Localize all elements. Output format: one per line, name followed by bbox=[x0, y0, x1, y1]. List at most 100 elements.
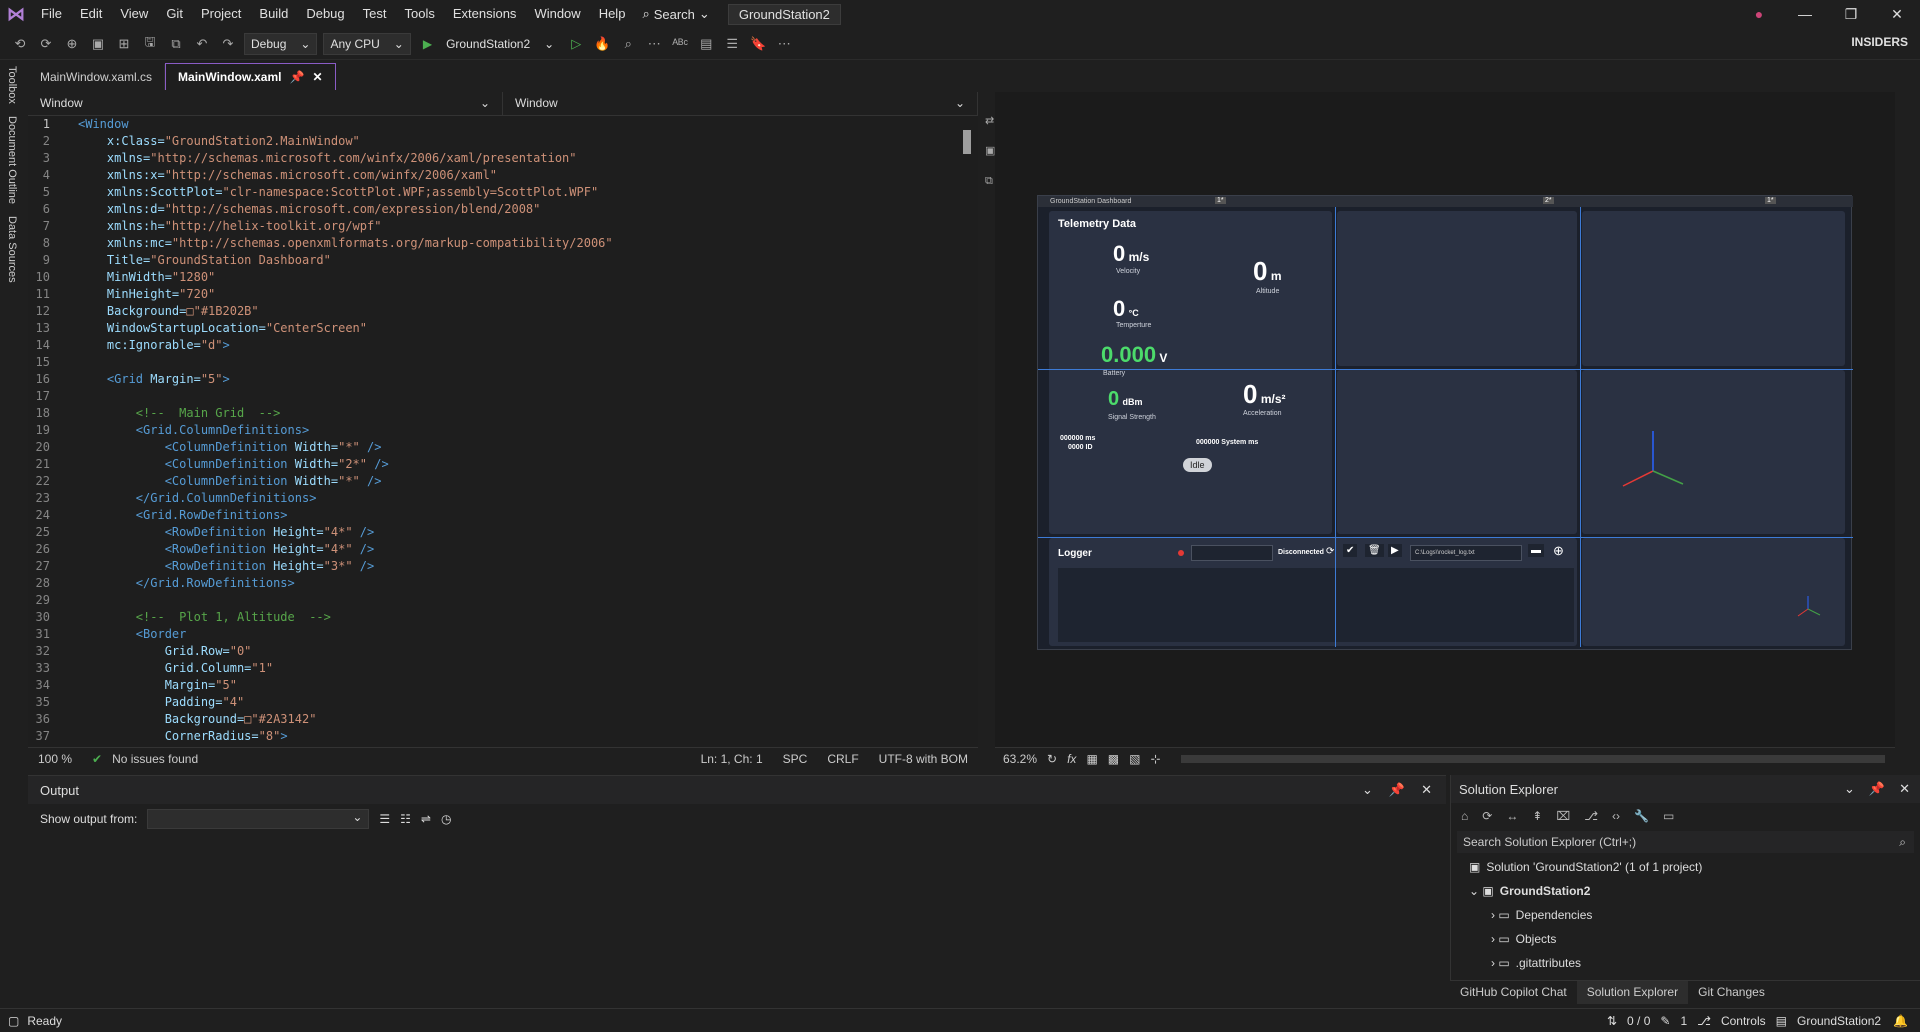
toggle-design-icon[interactable]: ▣ bbox=[985, 136, 995, 166]
code-line[interactable]: 9 Title= "GroundStation Dashboard" bbox=[28, 252, 978, 269]
tab-mainwindow-xaml[interactable]: MainWindow.xaml 📌 ✕ bbox=[165, 63, 336, 90]
chevron-down-icon[interactable]: ⌄ bbox=[1844, 781, 1855, 797]
code-line[interactable]: 18 <!-- Main Grid --> bbox=[28, 405, 978, 422]
undo-icon[interactable]: ↶ bbox=[192, 36, 212, 52]
line-ending[interactable]: CRLF bbox=[817, 752, 868, 766]
code-line[interactable]: 4 xmlns:x= "http://schemas.microsoft.com/… bbox=[28, 167, 978, 184]
branch-icon[interactable]: ⎇ bbox=[1687, 1014, 1721, 1028]
column-marker[interactable]: 2* bbox=[1543, 197, 1554, 204]
artboard-icon[interactable]: ▧ bbox=[1129, 752, 1140, 766]
platform-select[interactable]: Any CPU ⌄ bbox=[323, 32, 411, 55]
code-line[interactable]: 37 CornerRadius= "8" > bbox=[28, 728, 978, 745]
close-icon[interactable]: ✕ bbox=[1899, 781, 1910, 797]
close-icon[interactable]: ✕ bbox=[1421, 782, 1432, 798]
menu-extensions[interactable]: Extensions bbox=[444, 0, 526, 28]
scrollbar-thumb[interactable] bbox=[963, 130, 971, 154]
align-icon[interactable]: ☰ bbox=[379, 812, 390, 826]
bookmark-icon[interactable]: 🔖 bbox=[748, 36, 768, 52]
code-line[interactable]: 24 <Grid.RowDefinitions> bbox=[28, 507, 978, 524]
save-icon[interactable]: 🖫 bbox=[140, 33, 160, 55]
code-line[interactable]: 12 Background= □"#1B202B" bbox=[28, 303, 978, 320]
code-line[interactable]: 17 bbox=[28, 388, 978, 405]
tab-github-copilot-chat[interactable]: GitHub Copilot Chat bbox=[1450, 981, 1577, 1004]
code-line[interactable]: 7 xmlns:h= "http://helix-toolkit.org/wpf" bbox=[28, 218, 978, 235]
fx-icon[interactable]: fx bbox=[1067, 752, 1076, 766]
tab-git-changes[interactable]: Git Changes bbox=[1688, 981, 1775, 1004]
menu-debug[interactable]: Debug bbox=[297, 0, 353, 28]
trash-icon[interactable]: 🗑 bbox=[1365, 544, 1384, 557]
file-encoding[interactable]: UTF-8 with BOM bbox=[869, 752, 978, 766]
code-line[interactable]: 32 Grid.Row= "0" bbox=[28, 643, 978, 660]
add-item-icon[interactable]: ⊞ bbox=[114, 36, 134, 52]
search-menu[interactable]: ⌕ Search ⌄ bbox=[634, 6, 717, 22]
solution-tree-item[interactable]: › ▭ .gitattributes bbox=[1469, 951, 1920, 975]
solution-tree-item[interactable]: › ▭ Dependencies bbox=[1469, 903, 1920, 927]
configuration-select[interactable]: Debug ⌄ bbox=[244, 32, 318, 55]
clock-icon[interactable]: ◷ bbox=[441, 812, 451, 826]
project-name[interactable]: GroundStation2 bbox=[1797, 1014, 1881, 1028]
start-debugging-button[interactable]: ▶ GroundStation2 ⌄ bbox=[417, 34, 560, 54]
designer-zoom[interactable]: 63.2% bbox=[1003, 752, 1037, 766]
play-icon[interactable]: ▶ bbox=[1388, 544, 1402, 557]
back-icon[interactable]: ⟲ bbox=[10, 36, 30, 52]
code-line[interactable]: 5 xmlns:ScottPlot= "clr-namespace:ScottPl… bbox=[28, 184, 978, 201]
code-line[interactable]: 35 Padding= "4" bbox=[28, 694, 978, 711]
code-line[interactable]: 8 xmlns:mc= "http://schemas.openxmlformat… bbox=[28, 235, 978, 252]
code-line[interactable]: 30 <!-- Plot 1, Altitude --> bbox=[28, 609, 978, 626]
code-line[interactable]: 23 </Grid.ColumnDefinitions> bbox=[28, 490, 978, 507]
code-line[interactable]: 31 <Border bbox=[28, 626, 978, 643]
column-marker[interactable]: 1* bbox=[1215, 197, 1226, 204]
code-line[interactable]: 2 x:Class= "GroundStation2.MainWindow" bbox=[28, 133, 978, 150]
menu-tools[interactable]: Tools bbox=[395, 0, 443, 28]
connect-check-icon[interactable]: ✔ bbox=[1343, 544, 1358, 557]
tab-mainwindow-xaml-cs[interactable]: MainWindow.xaml.cs bbox=[28, 64, 166, 90]
code-line[interactable]: 25 <RowDefinition Height= "4*" /> bbox=[28, 524, 978, 541]
document-outline-tab[interactable]: Document Outline bbox=[6, 110, 18, 210]
comment-icon[interactable]: ▤ bbox=[696, 36, 716, 52]
folder-icon[interactable]: ▬ bbox=[1528, 544, 1544, 557]
code-line[interactable]: 3 xmlns= "http://schemas.microsoft.com/wi… bbox=[28, 150, 978, 167]
designer-window-preview[interactable]: GroundStation Dashboard 1* 2* 1* Telemet… bbox=[1037, 195, 1853, 650]
indent-mode[interactable]: SPC bbox=[773, 752, 818, 766]
menu-help[interactable]: Help bbox=[590, 0, 635, 28]
element-select[interactable]: Window ⌄ bbox=[503, 92, 978, 115]
code-line[interactable]: 27 <RowDefinition Height= "3*" /> bbox=[28, 558, 978, 575]
solution-tree-item[interactable]: ⌄ ▣ GroundStation2 bbox=[1469, 879, 1920, 903]
home-icon[interactable]: ⌂ bbox=[1461, 809, 1468, 823]
solution-search-input[interactable]: Search Solution Explorer (Ctrl+;) ⌕ bbox=[1457, 831, 1914, 853]
close-icon[interactable]: ✕ bbox=[312, 70, 322, 84]
collapse-icon[interactable]: ⇞ bbox=[1532, 809, 1542, 823]
more-icon[interactable]: ⋯ bbox=[644, 36, 664, 52]
up-down-icon[interactable]: ⇅ bbox=[1597, 1014, 1627, 1028]
minimize-icon[interactable]: — bbox=[1782, 0, 1828, 28]
tab-solution-explorer[interactable]: Solution Explorer bbox=[1576, 981, 1689, 1004]
word-wrap-icon[interactable]: ⇌ bbox=[421, 812, 431, 826]
more-icon[interactable]: ⋯ bbox=[774, 36, 794, 52]
cursor-position[interactable]: Ln: 1, Ch: 1 bbox=[691, 752, 773, 766]
code-line[interactable]: 14 mc:Ignorable= "d" > bbox=[28, 337, 978, 354]
pin-icon[interactable]: 📌 bbox=[1389, 782, 1405, 798]
bell-icon[interactable]: 🔔 bbox=[1881, 1014, 1920, 1028]
notification-icon[interactable]: ▢ bbox=[0, 1014, 27, 1028]
menu-file[interactable]: File bbox=[32, 0, 71, 28]
code-line[interactable]: 26 <RowDefinition Height= "4*" /> bbox=[28, 541, 978, 558]
designer-horizontal-scrollbar[interactable] bbox=[1180, 754, 1885, 763]
code-line[interactable]: 36 Background= □"#2A3142" bbox=[28, 711, 978, 728]
code-line[interactable]: 20 <ColumnDefinition Width= "*" /> bbox=[28, 439, 978, 456]
menu-window[interactable]: Window bbox=[525, 0, 589, 28]
code-icon[interactable]: ‹› bbox=[1612, 809, 1620, 823]
edits-count[interactable]: 1 bbox=[1680, 1014, 1687, 1028]
code-line[interactable]: 10 MinWidth= "1280" bbox=[28, 269, 978, 286]
show-all-icon[interactable]: ⎇ bbox=[1584, 809, 1598, 823]
forward-icon[interactable]: ⟳ bbox=[36, 36, 56, 52]
menu-git[interactable]: Git bbox=[157, 0, 192, 28]
account-avatar-icon[interactable]: ● bbox=[1736, 0, 1782, 28]
new-project-icon[interactable]: ⊕ bbox=[62, 36, 82, 52]
insiders-badge[interactable]: INSIDERS bbox=[1851, 35, 1908, 49]
code-line[interactable]: 6 xmlns:d= "http://schemas.microsoft.com/… bbox=[28, 201, 978, 218]
code-line[interactable]: 21 <ColumnDefinition Width= "2*" /> bbox=[28, 456, 978, 473]
sync-icon[interactable]: ⟳ bbox=[1482, 809, 1492, 823]
pencil-icon[interactable]: ✎ bbox=[1650, 1014, 1680, 1028]
popout-icon[interactable]: ⧉ bbox=[985, 166, 995, 196]
issues-status[interactable]: No issues found bbox=[112, 752, 208, 766]
